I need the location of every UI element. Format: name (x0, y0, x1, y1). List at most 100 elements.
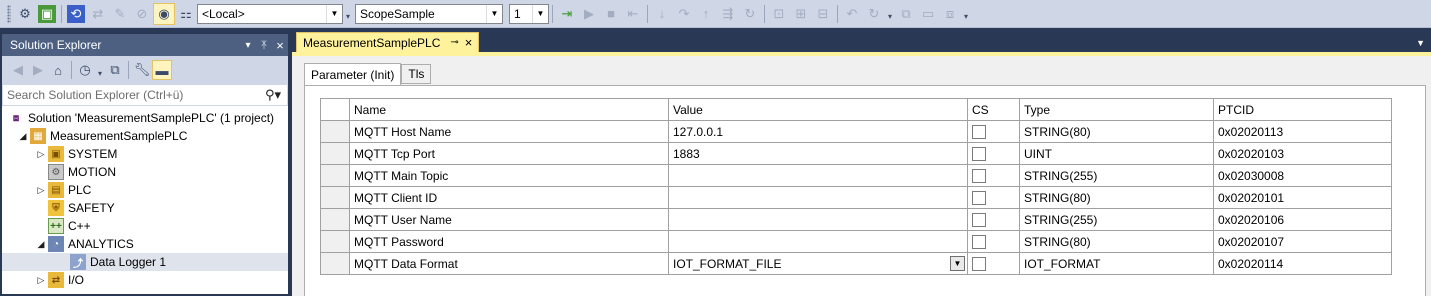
value-select[interactable]: IOT_FORMAT_FILE (673, 257, 781, 271)
close-icon[interactable]: × (465, 35, 473, 50)
tree-item-cpp[interactable]: ++ C++ (2, 217, 288, 235)
tree-item-data-logger[interactable]: ⤴ Data Logger 1 (2, 253, 288, 271)
table-row[interactable]: MQTT Tcp Port 1883 UINT 0x02020103 (321, 143, 1392, 165)
cell-value[interactable]: 127.0.0.1 (669, 121, 968, 143)
collapsed-arrow-icon[interactable]: ▷ (34, 149, 48, 160)
start-icon[interactable]: ▶ (578, 3, 600, 25)
cs-checkbox[interactable] (972, 235, 986, 249)
chevron-down-icon[interactable]: ▼ (486, 5, 502, 23)
home-icon[interactable]: ⌂ (48, 60, 68, 80)
collapsed-arrow-icon[interactable]: ▷ (34, 185, 48, 196)
back-icon[interactable]: ◀ (8, 60, 28, 80)
window-icon[interactable]: ▭ (917, 3, 939, 25)
target-combo[interactable]: <Local> ▼ (197, 4, 343, 24)
tab-parameter-init[interactable]: Parameter (Init) (304, 63, 401, 85)
chevron-down-icon[interactable]: ▾ (885, 12, 895, 21)
tree-item-plc[interactable]: ▷ ▤ PLC (2, 181, 288, 199)
cell-value[interactable]: IOT_FORMAT_FILE ▼ (669, 253, 968, 275)
chevron-down-icon[interactable]: ▾ (961, 12, 971, 21)
build-icon[interactable]: ⚙ (14, 3, 36, 25)
expanded-arrow-icon[interactable]: ◢ (16, 131, 30, 142)
tree-item-solution[interactable]: ⧈ Solution 'MeasurementSamplePLC' (1 pro… (2, 109, 288, 127)
expanded-arrow-icon[interactable]: ◢ (34, 239, 48, 250)
table-row[interactable]: MQTT Password STRING(80) 0x02020107 (321, 231, 1392, 253)
table-row[interactable]: MQTT Main Topic STRING(255) 0x02030008 (321, 165, 1392, 187)
toggle-breakpoint-icon[interactable]: ⊡ (768, 3, 790, 25)
column-header-cs[interactable]: CS (968, 99, 1020, 121)
search-box[interactable]: Search Solution Explorer (Ctrl+ü) ⚲▾ (2, 84, 288, 106)
chevron-down-icon[interactable]: ▼ (1416, 38, 1425, 48)
chevron-down-icon[interactable]: ▾ (95, 69, 105, 78)
tree-item-project[interactable]: ◢ ▦ MeasurementSamplePLC (2, 127, 288, 145)
stop-icon[interactable]: ■ (600, 3, 622, 25)
cs-checkbox[interactable] (972, 213, 986, 227)
cs-checkbox[interactable] (972, 125, 986, 139)
cs-checkbox[interactable] (972, 147, 986, 161)
table-row[interactable]: MQTT Client ID STRING(80) 0x02020101 (321, 187, 1392, 209)
window-icon[interactable]: ⧈ (939, 3, 961, 25)
tree-item-safety[interactable]: ⛨ SAFETY (2, 199, 288, 217)
window-icon[interactable]: ⧉ (895, 3, 917, 25)
cell-value[interactable] (669, 209, 968, 231)
bookmark-icon[interactable]: ⊞ (790, 3, 812, 25)
history-icon[interactable]: ◷ (75, 60, 95, 80)
chevron-down-icon[interactable]: ▾ (343, 12, 353, 21)
row-header[interactable] (321, 253, 350, 275)
disabled-icon[interactable]: ⊘ (131, 3, 153, 25)
number-combo[interactable]: 1 ▼ (509, 4, 549, 24)
tree-item-io[interactable]: ▷ ⇄ I/O (2, 271, 288, 289)
cs-checkbox[interactable] (972, 257, 986, 271)
restart-icon[interactable]: ⟲ (67, 5, 85, 23)
target-browser-icon[interactable]: ◉ (153, 3, 175, 25)
tab-measurement-sample-plc[interactable]: MeasurementSamplePLC ⊸ × (296, 32, 479, 52)
reload-icon[interactable]: ⇄ (87, 3, 109, 25)
tab-tls[interactable]: Tls (401, 64, 431, 84)
pin-icon[interactable]: ᛡ (256, 40, 272, 51)
cell-value[interactable] (669, 187, 968, 209)
table-row[interactable]: MQTT Host Name 127.0.0.1 STRING(80) 0x02… (321, 121, 1392, 143)
cell-value[interactable] (669, 165, 968, 187)
redo-icon[interactable]: ↻ (863, 3, 885, 25)
column-header-type[interactable]: Type (1020, 99, 1214, 121)
collapsed-arrow-icon[interactable]: ▷ (34, 275, 48, 286)
cs-checkbox[interactable] (972, 169, 986, 183)
collapse-all-icon[interactable]: ⧉ (105, 60, 125, 80)
toolbar-grip[interactable] (7, 5, 11, 23)
row-header[interactable] (321, 209, 350, 231)
preview-icon[interactable]: ▬ (152, 60, 172, 80)
properties-icon[interactable]: 🔧︎ (132, 60, 152, 80)
row-header[interactable] (321, 121, 350, 143)
column-header-ptcid[interactable]: PTCID (1214, 99, 1392, 121)
row-header[interactable] (321, 231, 350, 253)
row-header[interactable] (321, 187, 350, 209)
table-row[interactable]: MQTT User Name STRING(255) 0x02020106 (321, 209, 1392, 231)
cell-value[interactable] (669, 231, 968, 253)
search-input[interactable]: Search Solution Explorer (Ctrl+ü) (7, 88, 183, 102)
logout-icon[interactable]: ⇤ (622, 3, 644, 25)
refresh-icon[interactable]: ↻ (739, 3, 761, 25)
tree-item-analytics[interactable]: ◢ ◔ ANALYTICS (2, 235, 288, 253)
row-header[interactable] (321, 143, 350, 165)
cell-value[interactable]: 1883 (669, 143, 968, 165)
step-over-icon[interactable]: ↷ (673, 3, 695, 25)
step-out-icon[interactable]: ↑ (695, 3, 717, 25)
table-row[interactable]: MQTT Data Format IOT_FORMAT_FILE ▼ IOT_F… (321, 253, 1392, 275)
chevron-down-icon[interactable]: ▾ (240, 40, 256, 51)
activate-config-icon[interactable]: ▣ (38, 5, 56, 23)
config-mode-icon[interactable]: ⚏ (175, 3, 197, 25)
search-icon[interactable]: ⚲▾ (265, 87, 281, 103)
cs-checkbox[interactable] (972, 191, 986, 205)
step-into-icon[interactable]: ↓ (651, 3, 673, 25)
row-header[interactable] (321, 165, 350, 187)
close-icon[interactable]: × (272, 38, 288, 53)
forward-icon[interactable]: ▶ (28, 60, 48, 80)
tree-item-motion[interactable]: ⚙ MOTION (2, 163, 288, 181)
chevron-down-icon[interactable]: ▼ (326, 5, 342, 23)
run-to-cursor-icon[interactable]: ⇶ (717, 3, 739, 25)
column-header-value[interactable]: Value (669, 99, 968, 121)
chevron-down-icon[interactable]: ▼ (532, 5, 548, 23)
tree-item-system[interactable]: ▷ ▣ SYSTEM (2, 145, 288, 163)
chevron-down-icon[interactable]: ▼ (950, 256, 965, 271)
login-icon[interactable]: ⇥ (556, 3, 578, 25)
tools-icon[interactable]: ✎ (109, 3, 131, 25)
